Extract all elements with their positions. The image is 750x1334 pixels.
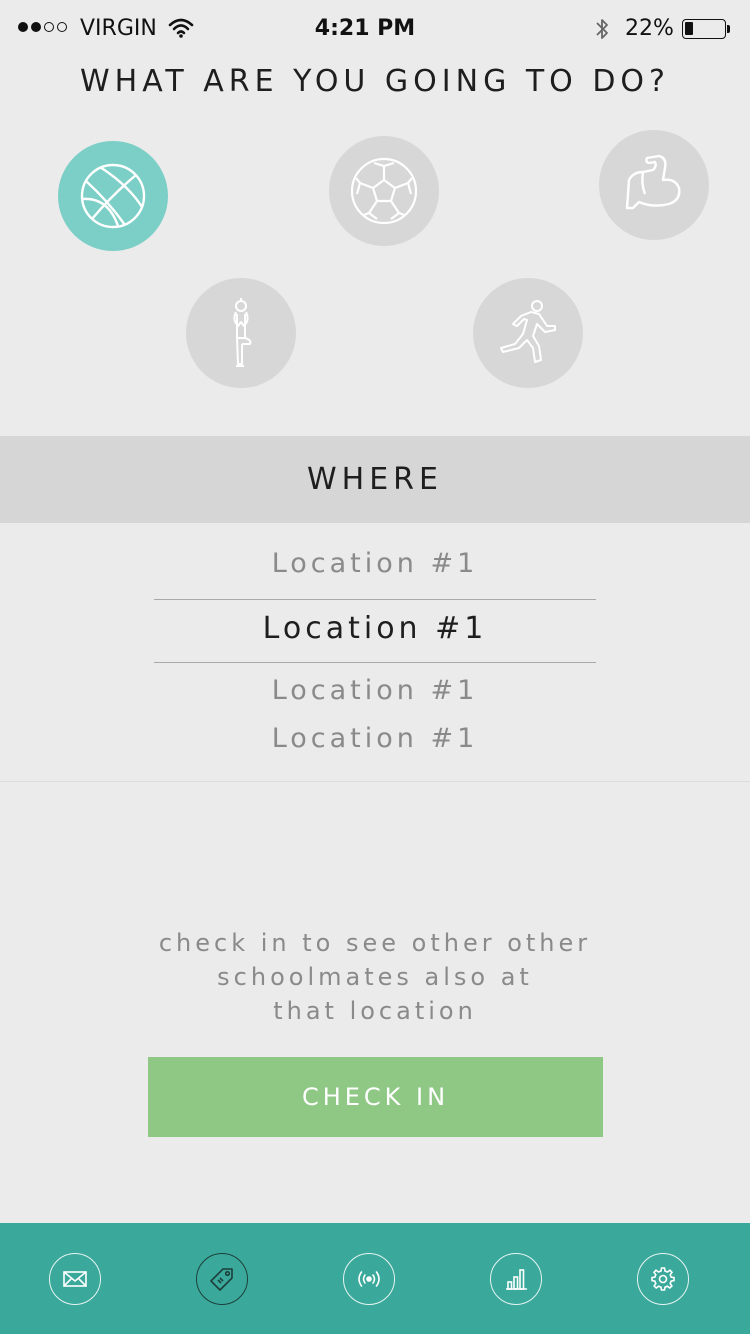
tag-icon (210, 1268, 233, 1291)
where-section-header: WHERE (0, 436, 750, 523)
bottom-tab-bar (0, 1223, 750, 1334)
activity-basketball-button[interactable] (58, 141, 168, 251)
activity-running-button[interactable] (473, 278, 583, 388)
soccer-ball-icon (350, 157, 418, 225)
battery-percent: 22% (625, 16, 674, 41)
location-option[interactable]: Location #1 (0, 723, 750, 754)
tab-nearby[interactable] (343, 1253, 395, 1305)
where-title: WHERE (307, 462, 443, 497)
tab-stats[interactable] (490, 1253, 542, 1305)
activity-soccer-button[interactable] (329, 136, 439, 246)
settings-gear-icon (651, 1267, 675, 1291)
broadcast-icon (358, 1271, 380, 1287)
check-in-hint: check in to see other other schoolmates … (0, 926, 750, 1028)
location-option[interactable]: Location #1 (0, 548, 750, 579)
activity-strength-button[interactable] (599, 130, 709, 240)
clock-time: 4:21 PM (314, 16, 416, 41)
basketball-icon (80, 163, 146, 229)
flexed-arm-icon (625, 154, 681, 210)
location-option-selected[interactable]: Location #1 (0, 611, 750, 646)
tab-messages[interactable] (49, 1253, 101, 1305)
tab-tags[interactable] (196, 1253, 248, 1305)
runner-icon (500, 300, 556, 363)
selection-divider-bottom (154, 662, 596, 663)
location-picker[interactable]: Location #1 Location #1 Location #1 Loca… (0, 523, 750, 782)
battery-level-fill (685, 22, 693, 35)
yoga-pose-icon (233, 298, 252, 367)
status-bar: VIRGIN 4:21 PM 22% (0, 0, 750, 58)
page-title: WHAT ARE YOU GOING TO DO? (80, 64, 670, 99)
tab-settings[interactable] (637, 1253, 689, 1305)
check-in-button[interactable]: CHECK IN (148, 1057, 603, 1137)
battery-tip (727, 25, 730, 33)
activity-yoga-button[interactable] (186, 278, 296, 388)
hint-line: that location (273, 997, 477, 1025)
mail-icon (63, 1271, 87, 1287)
hint-line: schoolmates also at (217, 963, 533, 991)
selection-divider-top (154, 599, 596, 600)
hint-line: check in to see other other (158, 929, 592, 957)
bluetooth-icon (594, 15, 610, 47)
battery-icon (682, 19, 726, 39)
bar-chart-icon (506, 1269, 527, 1290)
location-option[interactable]: Location #1 (0, 675, 750, 706)
